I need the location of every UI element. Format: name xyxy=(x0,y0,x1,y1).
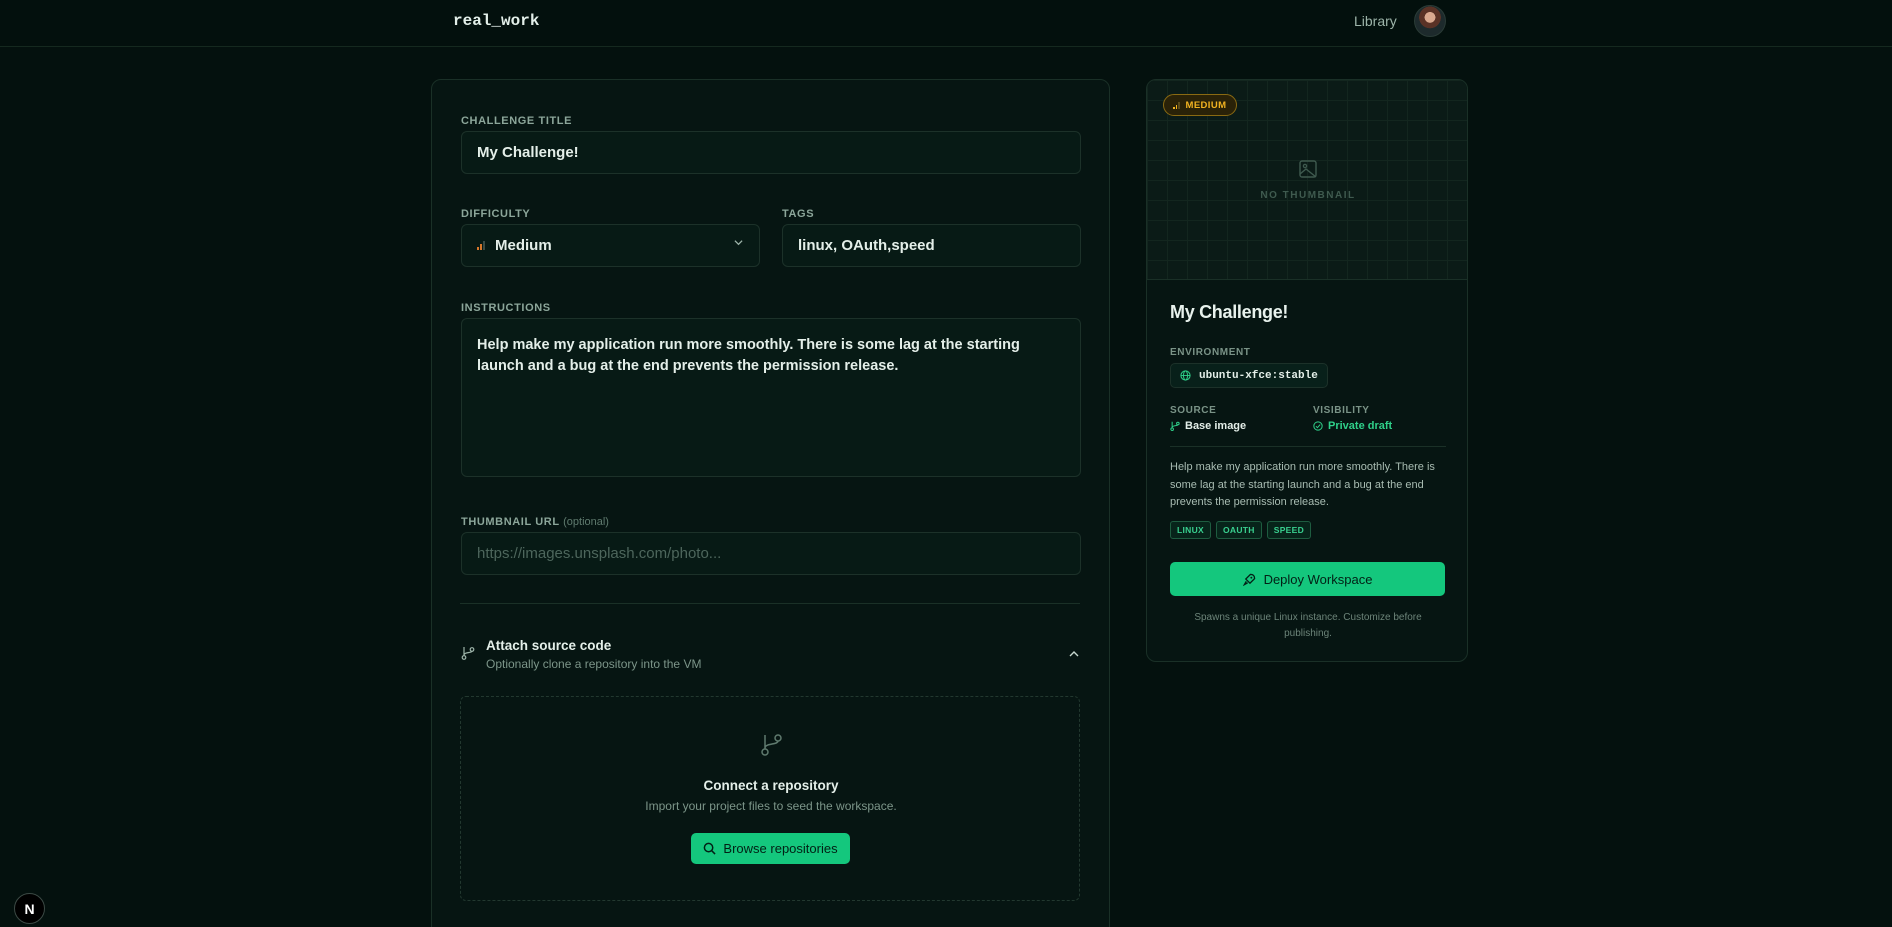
chevron-down-icon xyxy=(734,240,743,246)
connect-repo-subtitle: Import your project files to seed the wo… xyxy=(645,799,897,813)
source-label: SOURCE xyxy=(1170,405,1217,416)
signal-bars-icon xyxy=(1173,101,1180,109)
search-icon xyxy=(704,842,717,855)
source-value-text: Base image xyxy=(1185,420,1247,432)
brand-logo[interactable]: real_work xyxy=(453,12,539,30)
preview-title: My Challenge! xyxy=(1170,302,1289,322)
instructions-label: INSTRUCTIONS xyxy=(461,302,551,314)
user-avatar[interactable] xyxy=(1414,5,1446,37)
repository-drop-zone: Connect a repository Import your project… xyxy=(460,696,1080,901)
challenge-title-label: CHALLENGE TITLE xyxy=(461,115,573,127)
difficulty-badge: MEDIUM xyxy=(1163,94,1238,116)
preview-tags: LINUX OAUTH SPEED xyxy=(1170,521,1312,539)
difficulty-label: DIFFICULTY xyxy=(461,208,531,220)
tags-input[interactable]: linux, OAuth,speed xyxy=(782,224,1081,267)
attach-source-title[interactable]: Attach source code xyxy=(486,638,611,653)
difficulty-select[interactable]: Medium xyxy=(461,224,760,267)
image-icon xyxy=(1299,160,1317,178)
thumbnail-placeholder: MEDIUM NO THUMBNAIL xyxy=(1147,80,1467,280)
top-navigation-bar: real_work Library xyxy=(0,0,1892,47)
tags-value: linux, OAuth,speed xyxy=(798,237,935,254)
tag-chip: LINUX xyxy=(1170,521,1211,539)
git-branch-icon xyxy=(761,734,782,756)
thumbnail-url-input[interactable]: https://images.unsplash.com/photo... xyxy=(461,532,1081,575)
challenge-preview-card: MEDIUM NO THUMBNAIL My Challenge! ENVIRO… xyxy=(1146,79,1468,662)
no-thumbnail-text: NO THUMBNAIL xyxy=(1260,190,1356,201)
dev-tools-badge[interactable]: N xyxy=(14,893,45,924)
tags-label: TAGS xyxy=(782,208,815,220)
source-value: Base image xyxy=(1170,420,1246,432)
globe-icon xyxy=(1180,370,1191,381)
environment-label: ENVIRONMENT xyxy=(1170,347,1251,358)
rocket-icon xyxy=(1242,573,1255,586)
thumbnail-url-label-text: THUMBNAIL URL xyxy=(461,516,560,528)
instructions-textarea[interactable]: Help make my application run more smooth… xyxy=(461,318,1081,477)
browse-repositories-label: Browse repositories xyxy=(723,841,838,856)
section-divider xyxy=(460,603,1080,604)
browse-repositories-button[interactable]: Browse repositories xyxy=(691,833,850,864)
preview-description: Help make my application run more smooth… xyxy=(1170,461,1435,508)
tag-chip: OAUTH xyxy=(1216,521,1262,539)
challenge-title-input[interactable]: My Challenge! xyxy=(461,131,1081,174)
instructions-value: Help make my application run more smooth… xyxy=(477,337,1020,374)
signal-bars-icon xyxy=(477,241,485,250)
connect-repo-title: Connect a repository xyxy=(703,778,839,793)
check-circle-icon xyxy=(1313,421,1323,431)
thumbnail-url-label: THUMBNAIL URL (optional) xyxy=(461,516,609,528)
chevron-up-icon[interactable] xyxy=(1069,650,1079,658)
attach-source-subtitle: Optionally clone a repository into the V… xyxy=(486,657,702,671)
environment-chip: ubuntu-xfce:stable xyxy=(1170,363,1328,388)
nav-link-library[interactable]: Library xyxy=(1354,13,1397,29)
visibility-value: Private draft xyxy=(1313,420,1392,432)
difficulty-badge-label: MEDIUM xyxy=(1185,99,1227,111)
deploy-note: Spawns a unique Linux instance. Customiz… xyxy=(1194,612,1422,639)
git-branch-icon xyxy=(1170,421,1180,431)
git-branch-icon xyxy=(461,647,475,660)
environment-value: ubuntu-xfce:stable xyxy=(1199,369,1318,382)
difficulty-value: Medium xyxy=(495,237,552,254)
preview-divider xyxy=(1170,446,1446,447)
deploy-workspace-button[interactable]: Deploy Workspace xyxy=(1170,562,1445,596)
thumbnail-optional-hint: (optional) xyxy=(563,516,609,528)
deploy-workspace-label: Deploy Workspace xyxy=(1263,571,1373,587)
challenge-title-value: My Challenge! xyxy=(477,144,579,161)
thumbnail-url-placeholder: https://images.unsplash.com/photo... xyxy=(477,545,722,562)
visibility-label: VISIBILITY xyxy=(1313,405,1370,416)
visibility-value-text: Private draft xyxy=(1328,420,1393,432)
tag-chip: SPEED xyxy=(1266,521,1312,539)
